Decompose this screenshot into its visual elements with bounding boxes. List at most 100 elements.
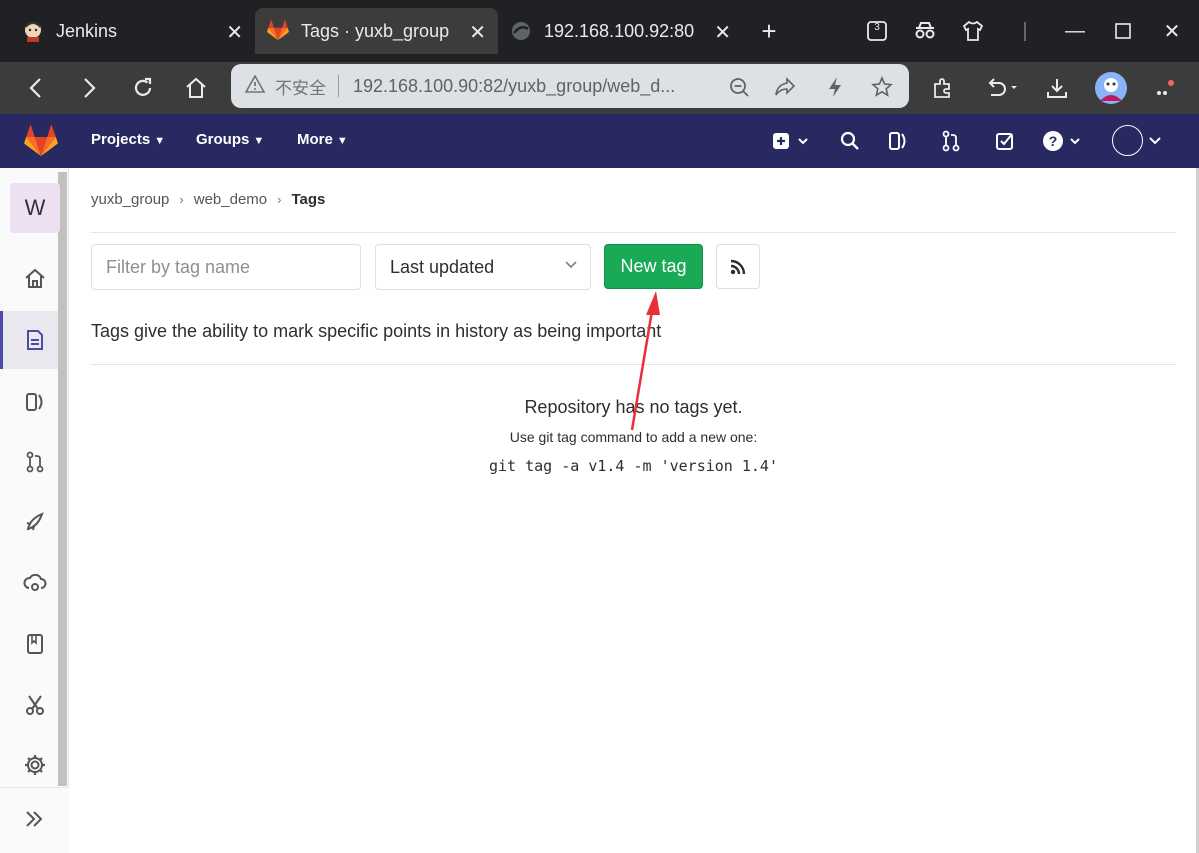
undo-history-icon[interactable] <box>982 73 1022 103</box>
tab-jenkins[interactable]: Jenkins ✕ <box>10 8 255 54</box>
url-text[interactable]: 192.168.100.90:82/yuxb_group/web_d... <box>353 76 703 97</box>
breadcrumb-current[interactable]: Tags <box>291 191 325 208</box>
lightning-icon[interactable] <box>821 73 849 101</box>
forward-icon[interactable] <box>75 73 105 103</box>
minimize-icon[interactable]: — <box>1060 16 1090 46</box>
omnibox[interactable]: 不安全 192.168.100.90:82/yuxb_group/web_d..… <box>231 64 909 108</box>
gear-icon <box>25 755 45 775</box>
help-icon[interactable]: ? <box>1042 128 1084 154</box>
merge-requests-icon <box>26 451 44 473</box>
annotation-arrow <box>630 291 660 431</box>
gitlab-favicon-icon <box>267 20 289 42</box>
sidebar-item-repository[interactable] <box>22 327 48 353</box>
divider <box>91 232 1176 233</box>
breadcrumb-project[interactable]: web_demo <box>194 191 267 208</box>
home-icon[interactable] <box>181 73 211 103</box>
download-icon[interactable] <box>1042 73 1072 103</box>
gitlab-logo-icon[interactable] <box>24 125 58 162</box>
chevron-down-icon[interactable] <box>1148 128 1162 154</box>
tab-count-badge: 3 <box>874 22 880 33</box>
tab-ip[interactable]: 192.168.100.92:80 ✕ <box>498 8 743 54</box>
merge-requests-icon[interactable] <box>941 128 961 154</box>
nav-more-label: More <box>297 131 333 148</box>
cloud-gear-icon <box>23 573 47 591</box>
nav-projects-label: Projects <box>91 131 151 148</box>
svg-text:?: ? <box>1049 133 1058 149</box>
nav-groups-label: Groups <box>196 131 250 148</box>
reload-icon[interactable] <box>128 73 158 103</box>
breadcrumb: yuxb_group › web_demo › Tags <box>91 191 325 208</box>
browser-tab-bar: Jenkins ✕ Tags · yuxb_group ✕ 192.168.10… <box>0 0 1199 62</box>
user-avatar[interactable] <box>1112 125 1143 156</box>
close-tab-icon[interactable]: ✕ <box>226 20 243 45</box>
nav-more[interactable]: More ▼ <box>297 131 348 148</box>
insecure-label: 不安全 <box>275 78 326 98</box>
incognito-icon[interactable] <box>910 16 940 46</box>
double-chevron-right-icon[interactable] <box>24 810 44 833</box>
sidebar-item-issues[interactable] <box>22 389 48 415</box>
divider <box>338 75 339 97</box>
bookmark-star-icon[interactable] <box>868 73 896 101</box>
sidebar-scrollbar[interactable] <box>58 172 67 786</box>
chevron-down-icon: ▼ <box>154 135 166 147</box>
tab-title: Jenkins <box>56 20 118 41</box>
sidebar-item-snippets[interactable] <box>22 692 48 718</box>
new-tab-icon[interactable]: + <box>754 16 784 46</box>
maximize-icon[interactable] <box>1108 16 1138 46</box>
sidebar-item-ci-cd[interactable] <box>22 509 48 535</box>
empty-state-command: git tag -a v1.4 -m 'version 1.4' <box>489 457 778 475</box>
tab-count-icon[interactable]: 3 <box>862 16 892 46</box>
globe-favicon-icon <box>510 20 532 42</box>
rss-feed-button[interactable] <box>716 244 760 289</box>
sidebar-collapse[interactable] <box>0 787 69 853</box>
home-icon <box>25 268 45 288</box>
project-avatar[interactable]: W <box>10 183 60 233</box>
tags-description: Tags give the ability to mark specific p… <box>91 321 662 341</box>
breadcrumb-group[interactable]: yuxb_group <box>91 191 169 208</box>
issues-icon <box>26 393 43 411</box>
chevron-down-icon: ▼ <box>336 135 348 147</box>
scissors-icon <box>26 695 44 715</box>
divider: | <box>1022 19 1028 42</box>
chevron-right-icon: › <box>277 192 282 207</box>
sidebar-item-merge-requests[interactable] <box>22 449 48 475</box>
todos-icon[interactable] <box>995 128 1015 154</box>
shirt-icon[interactable] <box>958 16 988 46</box>
new-item-icon[interactable] <box>772 128 810 154</box>
extensions-icon[interactable] <box>928 73 958 103</box>
rss-icon <box>730 259 746 274</box>
nav-groups[interactable]: Groups ▼ <box>196 131 264 148</box>
new-tag-button[interactable]: New tag <box>604 244 703 289</box>
menu-dots-icon[interactable] <box>1150 73 1180 103</box>
sort-dropdown[interactable]: Last updated <box>375 244 591 290</box>
sidebar-item-settings[interactable] <box>22 752 48 778</box>
sort-selected-label: Last updated <box>390 256 495 277</box>
sidebar-item-wiki[interactable] <box>22 631 48 657</box>
book-icon <box>27 634 43 654</box>
filter-tags-input[interactable] <box>91 244 361 290</box>
back-icon[interactable] <box>20 73 50 103</box>
chevron-down-icon <box>564 257 578 273</box>
jenkins-favicon-icon <box>22 20 44 42</box>
tab-title: 192.168.100.92:80 <box>544 20 695 41</box>
close-tab-icon[interactable]: ✕ <box>714 20 731 45</box>
gitlab-header: Projects ▼ Groups ▼ More ▼ ? <box>0 114 1199 168</box>
zoom-out-icon[interactable] <box>725 73 753 101</box>
tab-title: Tags · yuxb_group <box>301 20 450 41</box>
nav-projects[interactable]: Projects ▼ <box>91 131 165 148</box>
close-window-icon[interactable]: ✕ <box>1157 16 1187 46</box>
rocket-icon <box>26 512 44 531</box>
share-icon[interactable] <box>771 73 799 101</box>
sidebar-item-project-home[interactable] <box>22 266 48 292</box>
address-bar-row: 不安全 192.168.100.90:82/yuxb_group/web_d..… <box>0 62 1199 114</box>
chevron-right-icon: › <box>179 192 184 207</box>
issues-icon[interactable] <box>888 128 908 154</box>
chevron-down-icon: ▼ <box>253 135 265 147</box>
tab-tags[interactable]: Tags · yuxb_group ✕ <box>255 8 498 54</box>
document-icon <box>27 330 43 350</box>
warning-icon <box>244 73 266 98</box>
close-tab-icon[interactable]: ✕ <box>469 20 486 45</box>
sidebar-item-deployments[interactable] <box>22 570 48 596</box>
profile-avatar[interactable] <box>1094 71 1128 105</box>
search-icon[interactable] <box>840 128 860 154</box>
